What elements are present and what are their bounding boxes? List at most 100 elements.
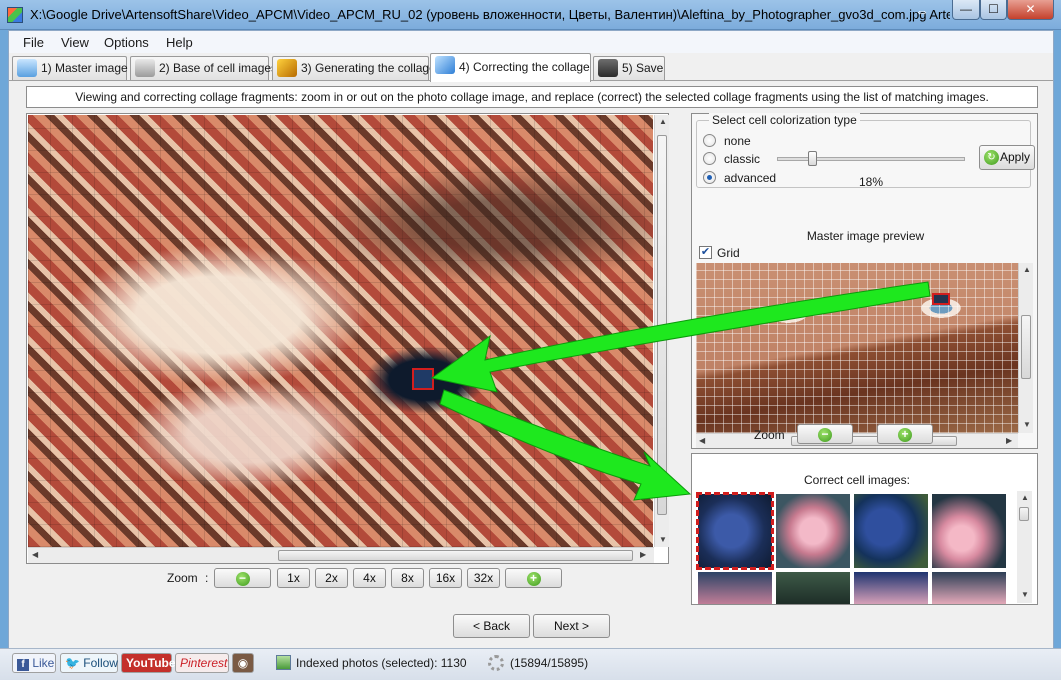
- radio-label: advanced: [724, 171, 777, 185]
- next-button[interactable]: Next >: [533, 614, 610, 638]
- grid-checkbox[interactable]: ✔: [699, 246, 712, 259]
- tab-save[interactable]: 5) Save: [593, 56, 665, 80]
- zoom-in-button[interactable]: +: [505, 568, 562, 588]
- scroll-left-icon[interactable]: ◀: [32, 550, 38, 559]
- zoom-8x-button[interactable]: 8x: [391, 568, 424, 588]
- colorization-slider-track[interactable]: [777, 157, 965, 161]
- scroll-thumb[interactable]: [1021, 315, 1031, 379]
- zoom-2x-button[interactable]: 2x: [315, 568, 348, 588]
- follow-label: Follow: [83, 656, 118, 670]
- collage-vertical-scrollbar[interactable]: ▲ ▼: [654, 115, 669, 547]
- collage-horizontal-scrollbar[interactable]: ◀ ▶: [28, 547, 654, 563]
- zoom-label: Zoom: [167, 571, 198, 585]
- preview-vertical-scrollbar[interactable]: ▲ ▼: [1018, 263, 1033, 433]
- radio-button[interactable]: [703, 171, 716, 184]
- photos-icon: [276, 655, 291, 670]
- cell-image-8[interactable]: [932, 572, 1006, 604]
- preview-zoom-out-button[interactable]: −: [797, 424, 853, 444]
- title-bar: X:\Google Drive\ArtensoftShare\Video_APC…: [0, 0, 1061, 30]
- scroll-up-icon[interactable]: ▲: [659, 117, 667, 126]
- tab-label: 3) Generating the collage: [301, 61, 436, 75]
- menu-view[interactable]: View: [61, 35, 89, 50]
- colorization-slider-thumb[interactable]: [808, 151, 817, 166]
- grid-label: Grid: [717, 246, 740, 260]
- tab-correcting-collage[interactable]: 4) Correcting the collage: [430, 53, 591, 82]
- instagram-icon[interactable]: ◉: [232, 653, 254, 673]
- twitter-follow-button[interactable]: 🐦 Follow: [60, 653, 118, 673]
- menu-file[interactable]: File: [23, 35, 44, 50]
- scroll-up-icon[interactable]: ▲: [1023, 265, 1031, 274]
- scroll-down-icon[interactable]: ▼: [1023, 420, 1031, 429]
- scroll-right-icon[interactable]: ▶: [640, 550, 646, 559]
- collage-viewer[interactable]: ▲ ▼ ◀ ▶: [26, 113, 669, 564]
- scroll-right-icon[interactable]: ▶: [1006, 436, 1012, 445]
- tab-generating-collage[interactable]: 3) Generating the collage: [272, 56, 436, 80]
- facebook-like-button[interactable]: f Like: [12, 653, 56, 673]
- selected-cell-marker[interactable]: [412, 368, 434, 390]
- radio-button[interactable]: [703, 152, 716, 165]
- cube-icon: [435, 56, 455, 74]
- pinterest-button[interactable]: Pinterest: [175, 653, 229, 673]
- apply-button[interactable]: ↻ Apply: [979, 145, 1035, 170]
- youtube-button[interactable]: YouTube: [121, 653, 176, 673]
- minimize-button[interactable]: —: [952, 0, 980, 20]
- resize-arrows-icon: ⇔: [915, 3, 929, 19]
- tab-label: 1) Master image: [41, 61, 128, 75]
- collage-image[interactable]: [28, 115, 653, 547]
- like-label: Like: [32, 656, 55, 670]
- close-button[interactable]: ✕: [1007, 0, 1054, 20]
- window-title: X:\Google Drive\ArtensoftShare\Video_APC…: [30, 7, 950, 22]
- back-button[interactable]: < Back: [453, 614, 530, 638]
- status-bar: f Like 🐦 Follow YouTube Pinterest ◉ Inde…: [0, 648, 1061, 680]
- progress-status: (15894/15895): [510, 656, 589, 670]
- tab-master-image[interactable]: 1) Master image: [12, 56, 128, 80]
- scroll-down-icon[interactable]: ▼: [1021, 590, 1029, 599]
- zoom-4x-button[interactable]: 4x: [353, 568, 386, 588]
- cell-image-4[interactable]: [932, 494, 1006, 568]
- cell-image-6[interactable]: [776, 572, 850, 604]
- cell-image-7[interactable]: [854, 572, 928, 604]
- master-image-preview[interactable]: [696, 263, 1018, 433]
- scroll-left-icon[interactable]: ◀: [699, 436, 705, 445]
- preview-horizontal-scrollbar[interactable]: ◀ ▶: [696, 433, 1018, 448]
- scroll-up-icon[interactable]: ▲: [1021, 493, 1029, 502]
- tab-label: 2) Base of cell images: [159, 61, 278, 75]
- floppy-disk-icon: [598, 59, 618, 77]
- minus-icon: −: [818, 428, 832, 442]
- preview-zoom-label: Zoom: [754, 428, 785, 442]
- zoom-16x-button[interactable]: 16x: [429, 568, 462, 588]
- indexed-photos-status: Indexed photos (selected): 1130: [296, 656, 467, 670]
- refresh-icon: ↻: [984, 150, 999, 165]
- instruction-bar: Viewing and correcting collage fragments…: [26, 86, 1038, 108]
- scroll-thumb[interactable]: [657, 135, 667, 515]
- tab-label: 4) Correcting the collage: [459, 60, 590, 74]
- scroll-down-icon[interactable]: ▼: [659, 535, 667, 544]
- scroll-thumb[interactable]: [1019, 507, 1029, 521]
- menu-options[interactable]: Options: [104, 35, 149, 50]
- wizard-tabs: 1) Master image 2) Base of cell images 3…: [9, 53, 1053, 82]
- zoom-1x-button[interactable]: 1x: [277, 568, 310, 588]
- radio-label: none: [724, 134, 751, 148]
- cell-image-5[interactable]: [698, 572, 772, 604]
- colorization-group-title: Select cell colorization type: [709, 113, 860, 127]
- minus-icon: −: [235, 572, 250, 586]
- menu-help[interactable]: Help: [166, 35, 193, 50]
- zoom-32x-button[interactable]: 32x: [467, 568, 500, 588]
- app-icon: [7, 7, 23, 23]
- menu-bar: File View Options Help: [9, 31, 1053, 53]
- cell-image-1[interactable]: [696, 492, 774, 570]
- preview-zoom-in-button[interactable]: +: [877, 424, 933, 444]
- tab-base-of-cell-images[interactable]: 2) Base of cell images: [130, 56, 277, 80]
- cell-image-2[interactable]: [776, 494, 850, 568]
- cell-images-panel: Correct cell images: ▲ ▼: [691, 453, 1038, 605]
- zoom-out-button[interactable]: −: [214, 568, 271, 588]
- scroll-thumb[interactable]: [278, 550, 633, 561]
- cell-image-3[interactable]: [854, 494, 928, 568]
- maximize-button[interactable]: ☐: [980, 0, 1007, 20]
- cells-vertical-scrollbar[interactable]: ▲ ▼: [1017, 491, 1032, 603]
- picture-icon: [17, 59, 37, 77]
- preview-title: Master image preview: [806, 229, 925, 243]
- radio-button[interactable]: [703, 134, 716, 147]
- cells-title: Correct cell images:: [803, 473, 911, 487]
- database-add-icon: [135, 59, 155, 77]
